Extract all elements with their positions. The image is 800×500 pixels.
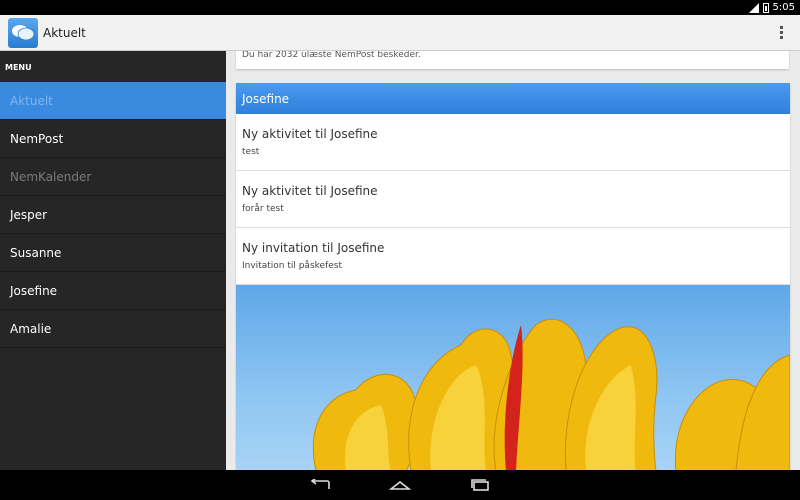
battery-icon bbox=[762, 2, 769, 13]
notice-card[interactable]: Du har 2032 ulæste NemPost beskeder. bbox=[236, 51, 789, 69]
activity-subtitle: test bbox=[242, 147, 260, 157]
activity-item[interactable]: Ny aktivitet til Josefine test bbox=[236, 114, 790, 171]
card-title: Josefine bbox=[236, 83, 790, 114]
sidebar-item-aktuelt[interactable]: Aktuelt bbox=[0, 82, 226, 120]
activity-subtitle: forår test bbox=[242, 204, 284, 214]
status-bar: 5:05 bbox=[0, 0, 800, 15]
recent-apps-icon[interactable] bbox=[465, 475, 495, 495]
sidebar-item-susanne[interactable]: Susanne bbox=[0, 234, 226, 272]
sidebar-menu: MENU Aktuelt NemPost NemKalender Jesper … bbox=[0, 51, 226, 470]
activity-title: Ny invitation til Josefine bbox=[242, 241, 385, 255]
activity-title: Ny aktivitet til Josefine bbox=[242, 184, 378, 198]
sidebar-item-nempost[interactable]: NemPost bbox=[0, 120, 226, 158]
activity-subtitle: Invitation til påskefest bbox=[242, 261, 342, 271]
action-bar: Aktuelt bbox=[0, 15, 800, 51]
chat-bubbles-icon[interactable] bbox=[8, 17, 38, 48]
menu-header: MENU bbox=[5, 63, 32, 72]
back-icon[interactable] bbox=[305, 475, 335, 495]
status-time: 5:05 bbox=[772, 2, 795, 13]
activity-title: Ny aktivitet til Josefine bbox=[242, 127, 378, 141]
unread-notice: Du har 2032 ulæste NemPost beskeder. bbox=[242, 51, 421, 60]
overflow-menu-icon[interactable] bbox=[780, 26, 784, 39]
sidebar-item-josefine[interactable]: Josefine bbox=[0, 272, 226, 310]
child-card-josefine: Josefine Ny aktivitet til Josefine test … bbox=[236, 83, 790, 470]
sidebar-item-jesper[interactable]: Jesper bbox=[0, 196, 226, 234]
activity-item[interactable]: Ny invitation til Josefine Invitation ti… bbox=[236, 228, 790, 285]
sidebar-item-amalie[interactable]: Amalie bbox=[0, 310, 226, 348]
signal-icon bbox=[748, 2, 759, 13]
sidebar-item-nemkalender[interactable]: NemKalender bbox=[0, 158, 226, 196]
activity-item[interactable]: Ny aktivitet til Josefine forår test bbox=[236, 171, 790, 228]
home-icon[interactable] bbox=[385, 475, 415, 495]
tulips-photo bbox=[236, 285, 790, 470]
system-nav-bar bbox=[0, 470, 800, 500]
main-content: Du har 2032 ulæste NemPost beskeder. Jos… bbox=[226, 51, 800, 470]
app-title: Aktuelt bbox=[43, 25, 86, 40]
